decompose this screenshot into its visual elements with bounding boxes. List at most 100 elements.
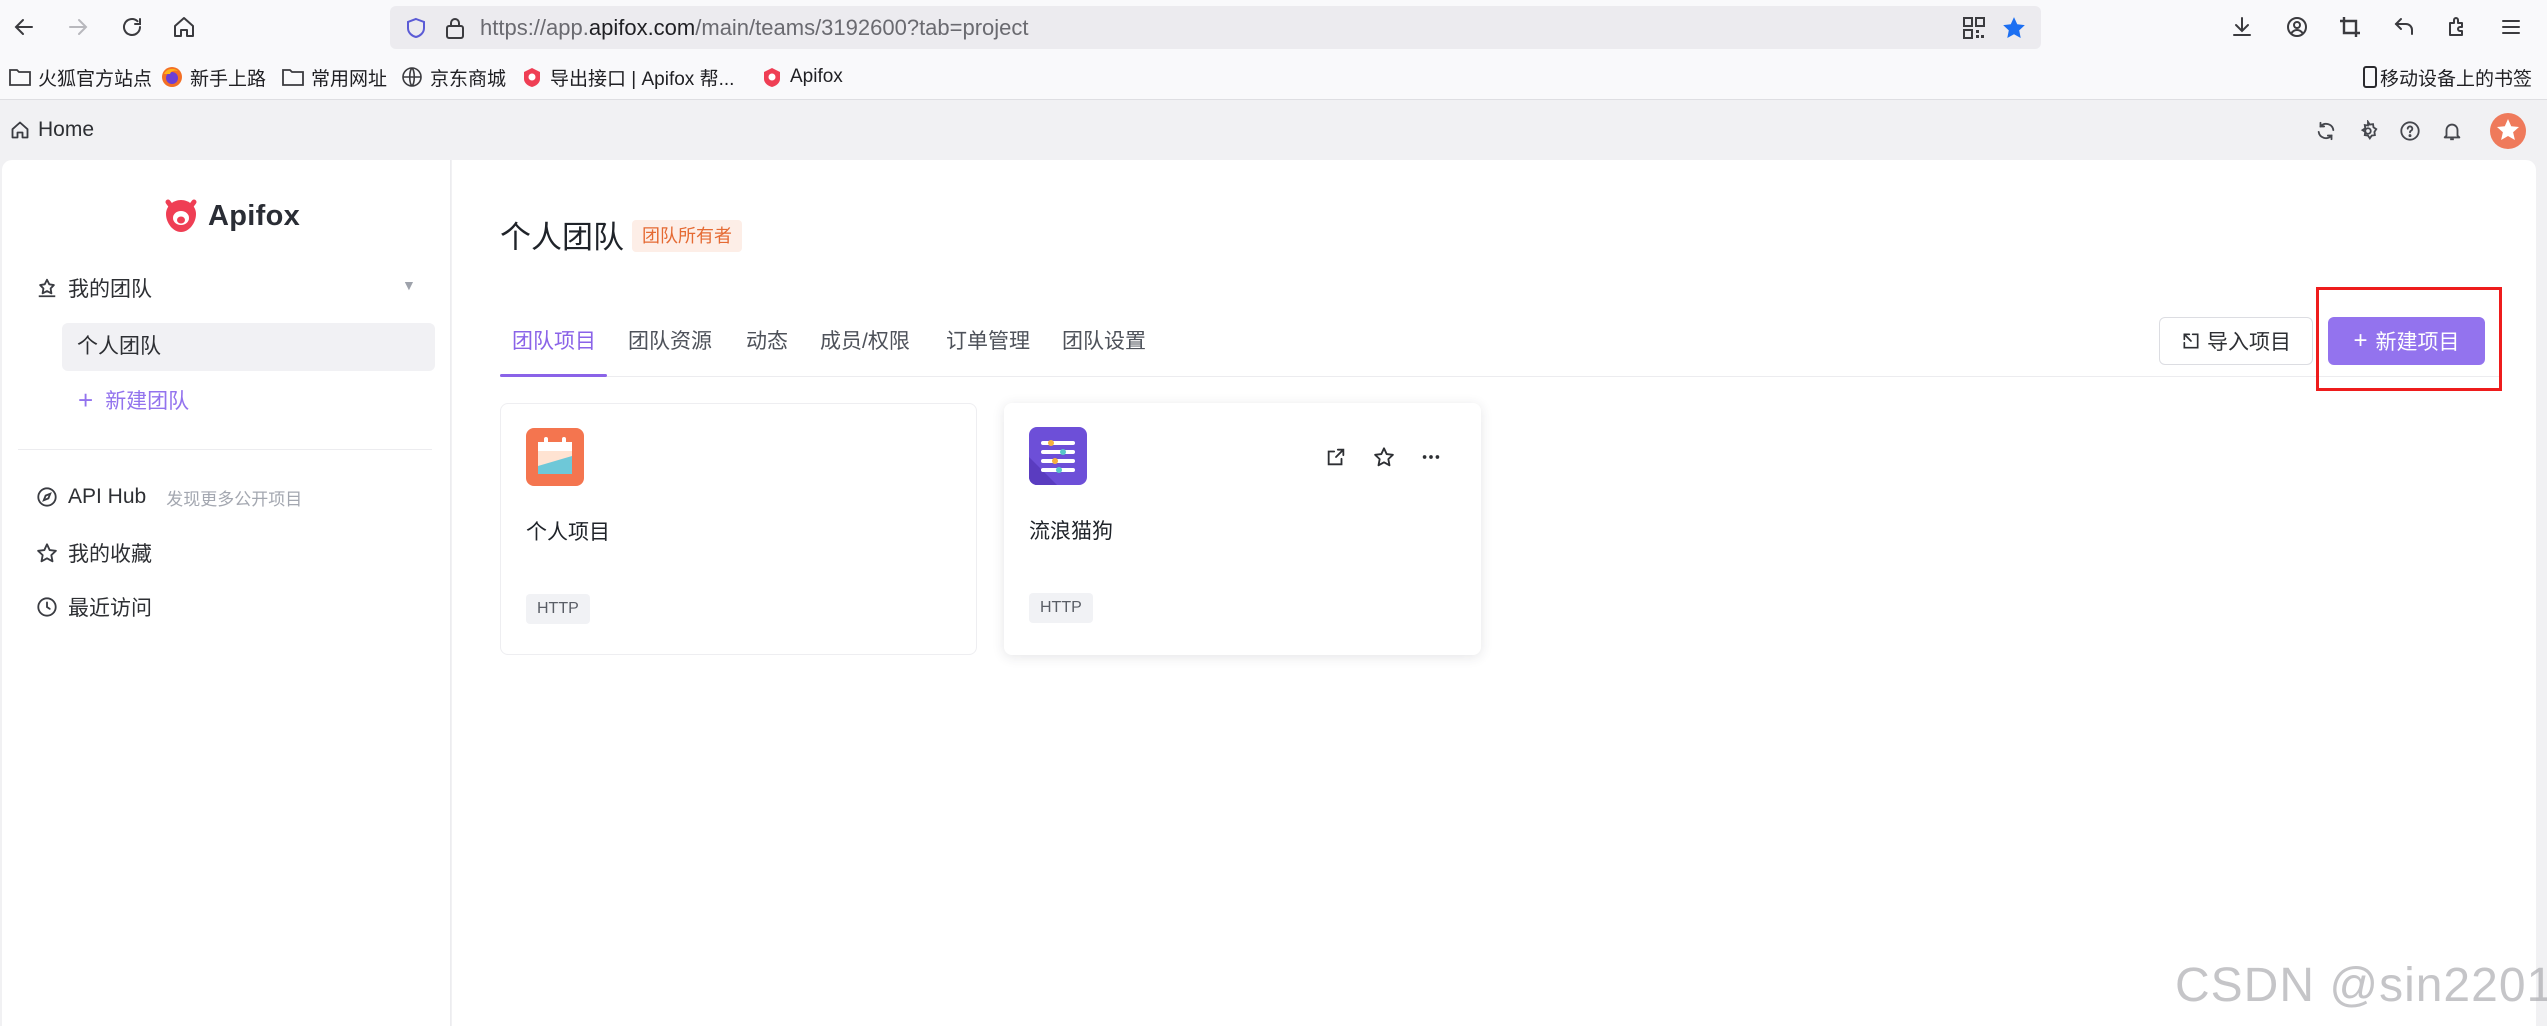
bookmark-item[interactable]: Apifox — [760, 54, 843, 100]
menu-icon[interactable] — [2495, 11, 2527, 43]
undo-icon[interactable] — [2388, 11, 2420, 43]
owner-badge: 团队所有者 — [632, 220, 742, 252]
active-tab-indicator — [500, 374, 607, 377]
new-team-label: 新建团队 — [105, 390, 190, 413]
globe-icon — [400, 65, 424, 89]
team-icon — [34, 275, 60, 301]
crop-icon[interactable] — [2334, 11, 2366, 43]
address-bar[interactable]: https://app.apifox.com/main/teams/319260… — [390, 6, 2041, 49]
folder-icon — [281, 65, 305, 89]
url-prefix: https://app. — [480, 15, 589, 40]
bookmark-label: 京东商城 — [430, 68, 507, 90]
folder-icon — [8, 65, 32, 89]
bookmark-item[interactable]: 新手上路 — [160, 54, 266, 100]
project-name: 流浪猫狗 — [1029, 520, 1113, 543]
caret-down-icon[interactable]: ▼ — [402, 277, 416, 293]
bookmark-label: 常用网址 — [311, 68, 388, 90]
star-icon — [34, 540, 60, 566]
reload-icon[interactable] — [116, 11, 148, 43]
plus-icon: + — [2353, 327, 2368, 354]
new-project-button[interactable]: + 新建项目 — [2328, 317, 2485, 365]
back-arrow-icon[interactable] — [8, 11, 40, 43]
open-external-icon[interactable] — [1322, 443, 1350, 471]
lock-icon[interactable] — [444, 16, 466, 40]
extensions-icon[interactable] — [2442, 11, 2474, 43]
tab-members-permissions[interactable]: 成员/权限 — [820, 326, 910, 370]
new-team-button[interactable]: + 新建团队 — [78, 385, 189, 415]
bookmark-star-icon[interactable] — [2001, 15, 2027, 41]
my-team-toggle[interactable]: 我的团队 — [34, 273, 152, 303]
mobile-bookmarks[interactable]: 移动设备上的书签 — [2362, 54, 2532, 100]
browser-toolbar: https://app.apifox.com/main/teams/319260… — [0, 0, 2547, 54]
compass-icon — [34, 484, 60, 510]
bookmark-item[interactable]: 京东商城 — [400, 54, 506, 100]
bookmark-label: 导出接口 | Apifox 帮... — [550, 68, 735, 90]
bookmark-label: Apifox — [790, 66, 843, 87]
notification-bell-icon[interactable] — [2439, 118, 2465, 144]
help-icon[interactable] — [2397, 118, 2423, 144]
calendar-project-icon — [526, 428, 584, 486]
my-team-label: 我的团队 — [68, 278, 152, 301]
recent-label: 最近访问 — [68, 597, 152, 620]
home-link[interactable]: Home — [10, 100, 94, 160]
sidebar-item-favorites[interactable]: 我的收藏 — [34, 538, 152, 568]
apifox-logo-icon — [165, 199, 197, 232]
apifox-icon — [760, 65, 784, 89]
download-icon[interactable] — [2226, 11, 2258, 43]
sidebar-item-personal-team[interactable]: 个人团队 — [62, 323, 435, 371]
url-path: /main/teams/3192600?tab=project — [695, 15, 1029, 40]
project-card[interactable]: 个人项目 HTTP — [500, 403, 977, 655]
mobile-bookmarks-label: 移动设备上的书签 — [2380, 68, 2533, 90]
main-panel: 个人团队 团队所有者 团队项目 团队资源 动态 成员/权限 订单管理 团队设置 … — [452, 160, 2536, 1026]
logo-text: Apifox — [208, 199, 301, 232]
api-hub-subtitle: 发现更多公开项目 — [166, 489, 303, 509]
mobile-device-icon — [2362, 65, 2378, 89]
firefox-icon — [160, 65, 184, 89]
home-icon[interactable] — [168, 11, 200, 43]
shield-icon[interactable] — [404, 16, 428, 40]
import-project-label: 导入项目 — [2207, 331, 2291, 354]
apifox-icon — [520, 65, 544, 89]
url-text[interactable]: https://app.apifox.com/main/teams/319260… — [480, 6, 1029, 49]
project-name: 个人项目 — [526, 521, 610, 544]
bookmark-item[interactable]: 常用网址 — [281, 54, 387, 100]
new-project-label: 新建项目 — [2375, 331, 2460, 354]
bookmark-item[interactable]: 火狐官方站点 — [8, 54, 152, 100]
favorites-label: 我的收藏 — [68, 543, 152, 566]
import-project-button[interactable]: 导入项目 — [2159, 317, 2313, 365]
sidebar-divider — [18, 449, 432, 450]
favorite-star-icon[interactable] — [1370, 443, 1398, 471]
sidebar-item-recent[interactable]: 最近访问 — [34, 592, 152, 622]
sidebar-item-api-hub[interactable]: API Hub 发现更多公开项目 — [34, 484, 302, 510]
home-label: Home — [38, 118, 95, 141]
tabs-divider — [500, 376, 2500, 377]
url-host: apifox.com — [588, 15, 696, 40]
project-type-tag: HTTP — [526, 594, 590, 624]
bookmarks-bar: 火狐官方站点 新手上路 常用网址 京东商城 导出接口 | Apifox 帮...… — [0, 54, 2547, 100]
tab-team-resources[interactable]: 团队资源 — [628, 326, 712, 370]
more-options-icon[interactable] — [1417, 443, 1445, 471]
settings-gear-icon[interactable] — [2355, 118, 2381, 144]
clock-icon — [34, 594, 60, 620]
apifox-logo[interactable]: Apifox — [160, 196, 300, 236]
qr-code-icon[interactable] — [1963, 17, 1985, 39]
api-hub-label: API Hub — [68, 485, 147, 508]
bookmark-label: 新手上路 — [190, 68, 267, 90]
plus-icon: + — [78, 385, 94, 415]
tab-team-settings[interactable]: 团队设置 — [1062, 326, 1146, 370]
import-icon — [2181, 331, 2201, 351]
sync-icon[interactable] — [2313, 118, 2339, 144]
app-header: Home — [0, 100, 2547, 160]
account-icon[interactable] — [2281, 11, 2313, 43]
tab-orders[interactable]: 订单管理 — [946, 326, 1030, 370]
project-card[interactable]: 流浪猫狗 HTTP — [1004, 403, 1481, 655]
project-type-tag: HTTP — [1029, 593, 1093, 623]
watermark: CSDN @sin2201 — [2175, 959, 2547, 1012]
user-avatar[interactable] — [2490, 113, 2526, 149]
sidebar: Apifox 我的团队 ▼ 个人团队 + 新建团队 API Hub 发现更多公开… — [2, 160, 451, 1026]
page-title: 个人团队 — [500, 220, 624, 255]
tab-activity[interactable]: 动态 — [746, 326, 788, 370]
bookmark-item[interactable]: 导出接口 | Apifox 帮... — [520, 54, 734, 100]
forward-arrow-icon[interactable] — [62, 11, 94, 43]
tab-team-projects[interactable]: 团队项目 — [512, 326, 596, 370]
